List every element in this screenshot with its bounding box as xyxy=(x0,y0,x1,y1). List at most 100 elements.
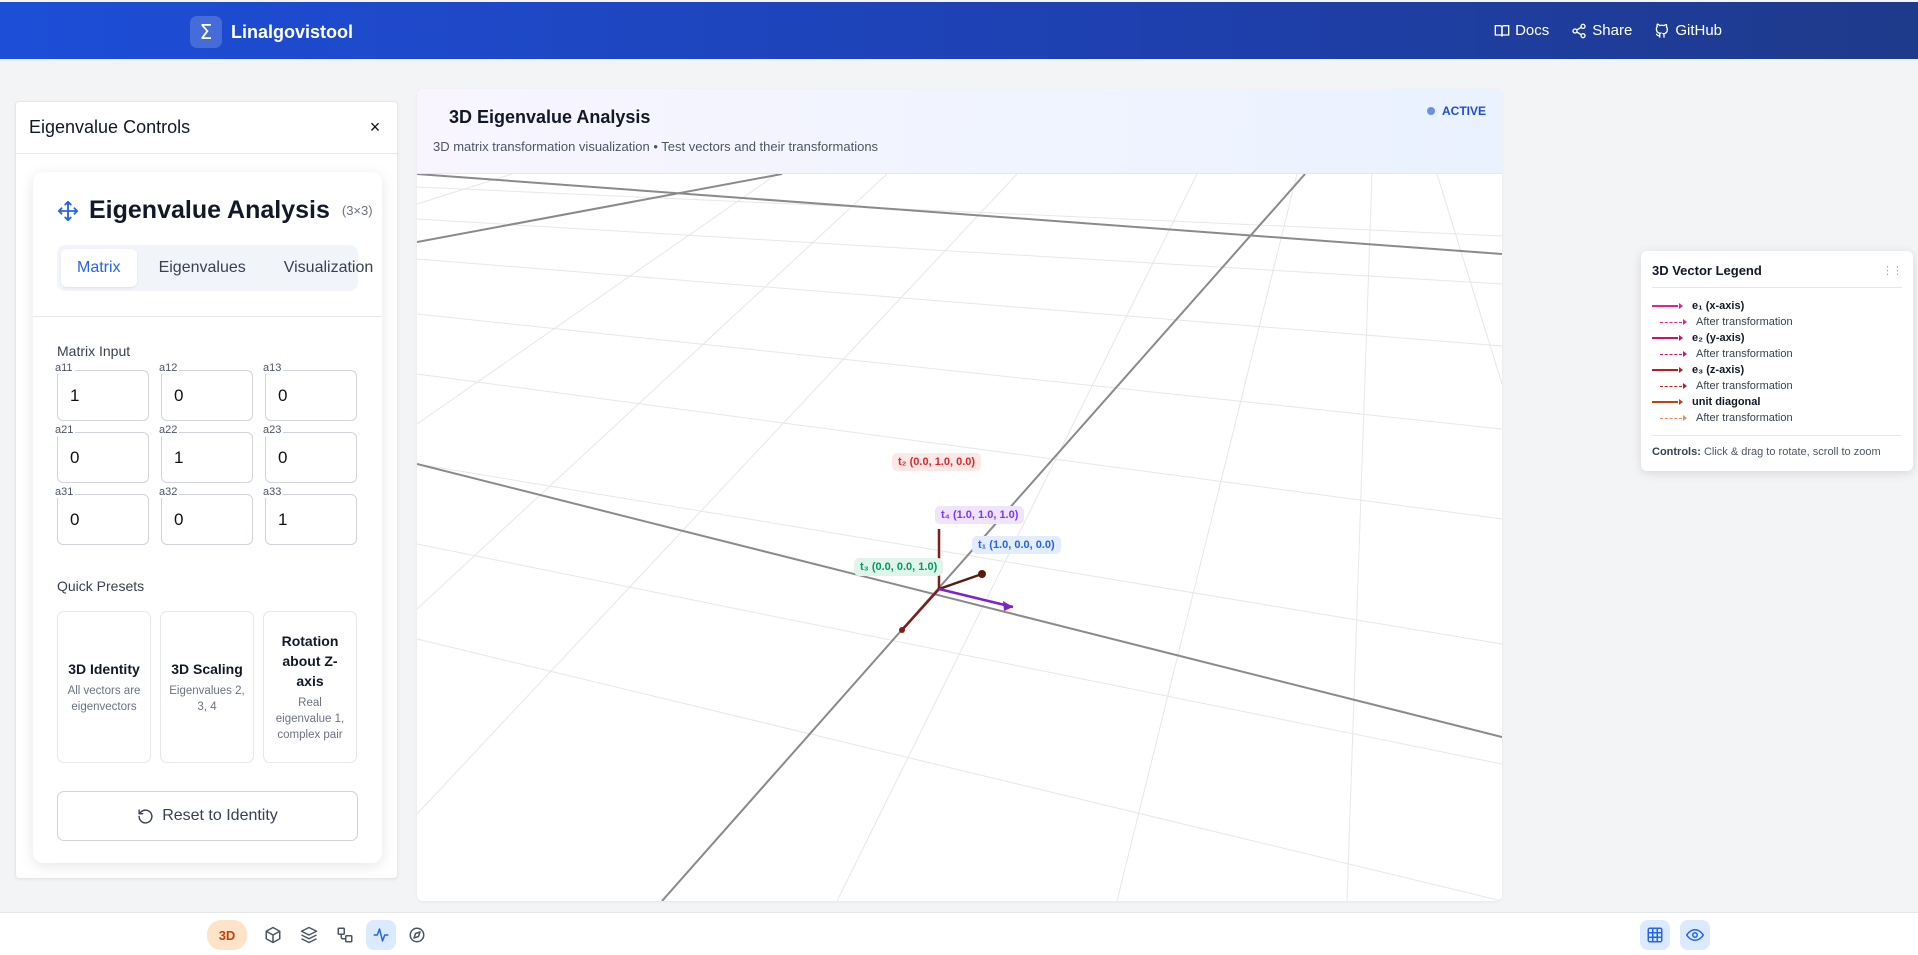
legend-header: 3D Vector Legend ⋮⋮ xyxy=(1652,263,1903,288)
tab-matrix[interactable]: Matrix xyxy=(61,249,137,287)
matrix-label-a32: a32 xyxy=(157,486,180,498)
preset-rotation-z[interactable]: Rotation about Z-axis Real eigenvalue 1,… xyxy=(263,611,357,763)
docs-link[interactable]: Docs xyxy=(1494,22,1549,39)
legend-item-e3: e₃ (z-axis) xyxy=(1652,362,1902,378)
matrix-label-a21: a21 xyxy=(53,424,76,436)
controls-hint-label: Controls: xyxy=(1652,446,1701,458)
legend-label: After transformation xyxy=(1696,412,1793,424)
axis-lines xyxy=(417,174,1502,901)
status-label: ACTIVE xyxy=(1441,104,1486,118)
controls-title: Eigenvalue Controls xyxy=(29,117,191,137)
github-icon xyxy=(1656,23,1669,38)
activity-icon xyxy=(373,928,389,942)
vector-name: t₂ xyxy=(898,456,907,468)
matrix-cell-a11[interactable]: 1 xyxy=(57,370,149,421)
card-title-row: Eigenvalue Analysis (3×3) xyxy=(57,196,373,225)
legend-controls-hint: Controls: Click & drag to rotate, scroll… xyxy=(1652,435,1902,458)
share-icon xyxy=(1572,23,1586,38)
header-nav: Docs Share GitHub xyxy=(1494,22,1722,39)
tab-eigenvalues[interactable]: Eigenvalues xyxy=(143,249,262,287)
eye-icon xyxy=(1686,928,1704,942)
legend-item-diagonal-transformed: After transformation xyxy=(1652,410,1902,426)
grid-toggle-button[interactable] xyxy=(1640,920,1670,950)
github-label: GitHub xyxy=(1675,22,1722,39)
brand[interactable]: Σ Linalgovistool xyxy=(190,16,353,48)
vector-name: t₃ xyxy=(860,561,869,573)
viewport-title: 3D Eigenvalue Analysis xyxy=(449,107,651,127)
mode-3d-badge[interactable]: 3D xyxy=(207,920,247,950)
close-panel-button[interactable]: × xyxy=(365,117,385,138)
matrix-cell-a12[interactable]: 0 xyxy=(161,370,253,421)
cube-tool-button[interactable] xyxy=(258,920,288,950)
legend-item-e1-transformed: After transformation xyxy=(1652,314,1902,330)
vector-label-t2: t₂ (0.0, 1.0, 0.0) xyxy=(892,453,982,471)
legend-title: 3D Vector Legend xyxy=(1652,263,1762,278)
3d-viewport[interactable]: 3D Eigenvalue Analysis 3D matrix transfo… xyxy=(417,89,1502,901)
matrix-cell-a21[interactable]: 0 xyxy=(57,432,149,483)
visibility-toggle-button[interactable] xyxy=(1680,920,1710,950)
legend-label: After transformation xyxy=(1696,380,1793,392)
matrix-cell-a33[interactable]: 1 xyxy=(265,494,357,545)
3d-scene-canvas[interactable] xyxy=(417,174,1502,901)
vector-coords: (0.0, 0.0, 1.0) xyxy=(871,561,938,573)
shapes-tool-button[interactable] xyxy=(330,920,360,950)
legend-item-e2-transformed: After transformation xyxy=(1652,346,1902,362)
cube-icon xyxy=(265,926,281,944)
preset-description: Eigenvalues 2, 3, 4 xyxy=(169,685,245,713)
solid-arrow-icon xyxy=(1652,367,1683,373)
sigma-logo-icon: Σ xyxy=(190,16,222,48)
matrix-label-a33: a33 xyxy=(261,486,284,498)
compass-tool-button[interactable] xyxy=(402,920,432,950)
top-navbar: Σ Linalgovistool Docs Share GitHub xyxy=(0,2,1918,59)
legend-label: unit diagonal xyxy=(1692,396,1761,408)
analysis-tabs: Matrix Eigenvalues Visualization xyxy=(57,245,373,291)
dashed-arrow-icon xyxy=(1660,383,1687,389)
vector-label-t3: t₃ (0.0, 0.0, 1.0) xyxy=(854,558,944,576)
share-label: Share xyxy=(1592,22,1633,39)
legend-item-unit-diagonal: unit diagonal xyxy=(1652,394,1902,410)
viewport-header: 3D Eigenvalue Analysis 3D matrix transfo… xyxy=(417,89,1502,174)
eigenvalue-controls-panel: Eigenvalue Controls × Eigenvalue Analysi… xyxy=(15,101,398,879)
matrix-cell-a32[interactable]: 0 xyxy=(161,494,253,545)
dashed-arrow-icon xyxy=(1660,319,1687,325)
grid-icon xyxy=(1647,927,1663,943)
preset-description: All vectors are eigenvectors xyxy=(67,685,141,713)
matrix-input-label: Matrix Input xyxy=(57,343,131,359)
eigen-tool-button[interactable] xyxy=(366,920,396,950)
matrix-cell-a31[interactable]: 0 xyxy=(57,494,149,545)
legend-items: e₁ (x-axis) After transformation e₂ (y-a… xyxy=(1652,288,1902,426)
preset-title: Rotation about Z-axis xyxy=(281,633,339,689)
status-dot-icon xyxy=(1426,107,1435,115)
vector-label-t4: t₄ (1.0, 1.0, 1.0) xyxy=(935,506,1025,524)
matrix-cell-a23[interactable]: 0 xyxy=(265,432,357,483)
status-badge: ACTIVE xyxy=(1426,104,1486,118)
divider xyxy=(33,316,382,317)
preset-3d-identity[interactable]: 3D Identity All vectors are eigenvectors xyxy=(57,611,151,763)
vector-name: t₄ xyxy=(941,509,950,521)
preset-title: 3D Identity xyxy=(68,661,140,677)
vector-name: t₁ xyxy=(978,539,987,551)
reset-identity-button[interactable]: Reset to Identity xyxy=(57,791,358,841)
preset-3d-scaling[interactable]: 3D Scaling Eigenvalues 2, 3, 4 xyxy=(160,611,254,763)
tab-visualization[interactable]: Visualization xyxy=(268,249,390,287)
matrix-label-a23: a23 xyxy=(261,424,284,436)
matrix-dimension: (3×3) xyxy=(341,203,373,218)
legend-label: e₃ (z-axis) xyxy=(1692,364,1745,376)
vector-legend[interactable]: 3D Vector Legend ⋮⋮ e₁ (x-axis) After tr… xyxy=(1641,251,1913,471)
vector-label-t1: t₁ (1.0, 0.0, 0.0) xyxy=(972,536,1061,554)
layers-tool-button[interactable] xyxy=(294,920,324,950)
matrix-cell-a13[interactable]: 0 xyxy=(265,370,357,421)
matrix-cell-a22[interactable]: 1 xyxy=(161,432,253,483)
app-name: Linalgovistool xyxy=(231,21,354,42)
controls-header: Eigenvalue Controls × xyxy=(16,102,397,154)
github-link[interactable]: GitHub xyxy=(1654,22,1722,39)
share-link[interactable]: Share xyxy=(1571,22,1632,39)
book-icon xyxy=(1494,24,1510,36)
matrix-label-a31: a31 xyxy=(53,486,76,498)
vector-coords: (0.0, 1.0, 0.0) xyxy=(909,456,976,468)
move-arrows-icon xyxy=(57,200,79,221)
matrix-label-a12: a12 xyxy=(157,362,180,374)
grid-lines xyxy=(417,174,1502,901)
dashed-arrow-icon xyxy=(1660,415,1687,421)
drag-handle-icon[interactable]: ⋮⋮ xyxy=(1882,264,1903,277)
